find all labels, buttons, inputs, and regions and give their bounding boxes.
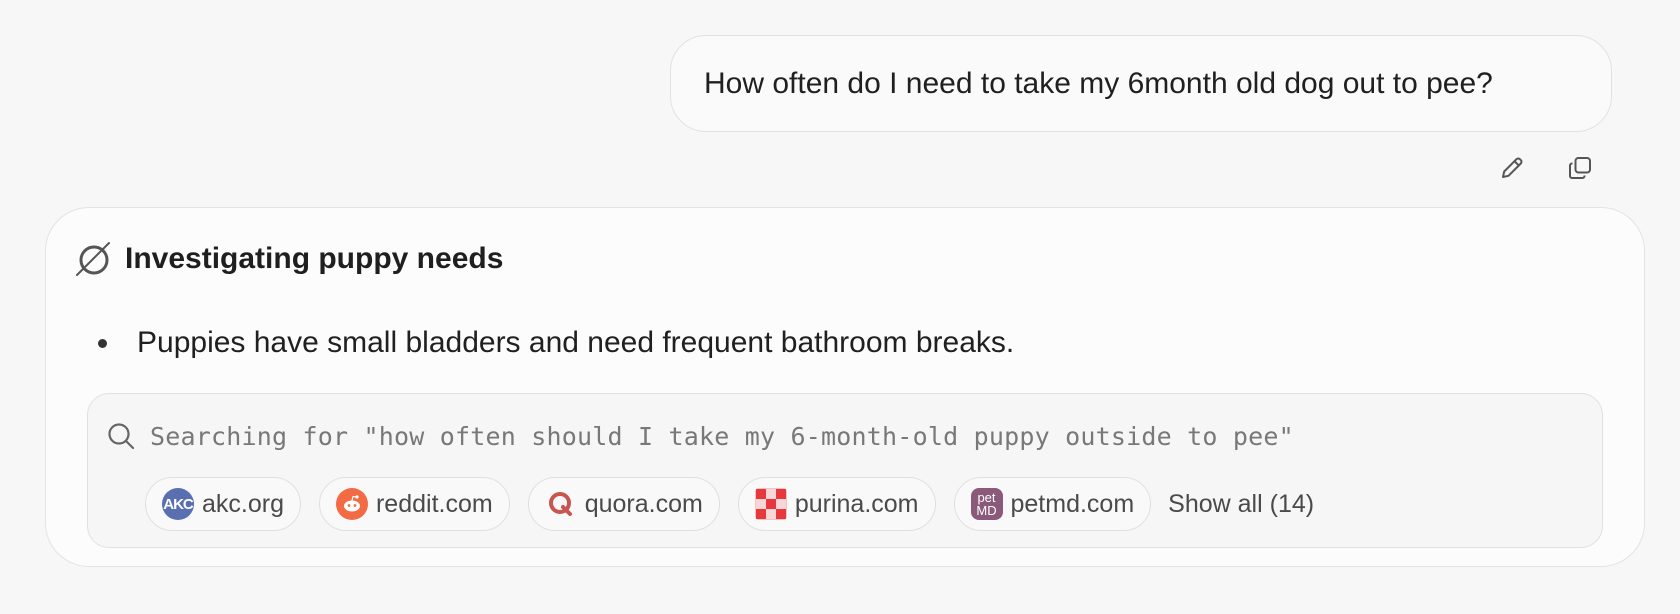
user-message-bubble: How often do I need to take my 6month ol… (670, 35, 1612, 132)
thinking-title: Investigating puppy needs (125, 242, 504, 275)
petmd-logo-bottom: MD (976, 503, 997, 518)
search-query-row: Searching for "how often should I take m… (106, 416, 1294, 456)
search-query-text: Searching for "how often should I take m… (150, 421, 1294, 451)
source-chip-quora[interactable]: quora.com (527, 477, 720, 531)
source-chip-petmd[interactable]: pet MD petmd.com (953, 477, 1152, 531)
akc-favicon: AKC (162, 488, 194, 520)
user-message-text: How often do I need to take my 6month ol… (704, 66, 1493, 100)
thinking-bullet: Puppies have small bladders and need fre… (96, 323, 1014, 363)
search-icon (106, 421, 136, 451)
search-activity-box: Searching for "how often should I take m… (87, 393, 1603, 548)
purina-favicon (754, 488, 787, 520)
edit-message-button[interactable] (1495, 153, 1529, 187)
source-chip-akc[interactable]: AKC akc.org (145, 477, 301, 531)
source-label: quora.com (584, 489, 703, 518)
quora-favicon (545, 488, 577, 520)
source-chip-reddit[interactable]: reddit.com (318, 477, 510, 531)
source-label: purina.com (794, 489, 919, 518)
sources-row: AKC akc.org reddit.com quora.com purina.… (145, 476, 1314, 532)
bullet-dot (98, 338, 107, 348)
pencil-icon (1498, 154, 1526, 187)
source-label: petmd.com (1010, 489, 1135, 518)
copy-icon (1566, 154, 1594, 187)
akc-logo-text: AKC (163, 495, 193, 513)
thinking-icon (73, 239, 113, 279)
copy-message-button[interactable] (1563, 153, 1597, 187)
source-label: reddit.com (375, 489, 493, 518)
thinking-card: Investigating puppy needs Puppies have s… (45, 207, 1645, 567)
source-chip-purina[interactable]: purina.com (737, 477, 936, 531)
thinking-header[interactable]: Investigating puppy needs (73, 238, 503, 280)
petmd-favicon: pet MD (970, 488, 1003, 520)
show-all-sources-link[interactable]: Show all (14) (1168, 490, 1314, 519)
bullet-text: Puppies have small bladders and need fre… (137, 326, 1015, 359)
reddit-favicon (335, 488, 368, 520)
source-label: akc.org (202, 489, 284, 518)
